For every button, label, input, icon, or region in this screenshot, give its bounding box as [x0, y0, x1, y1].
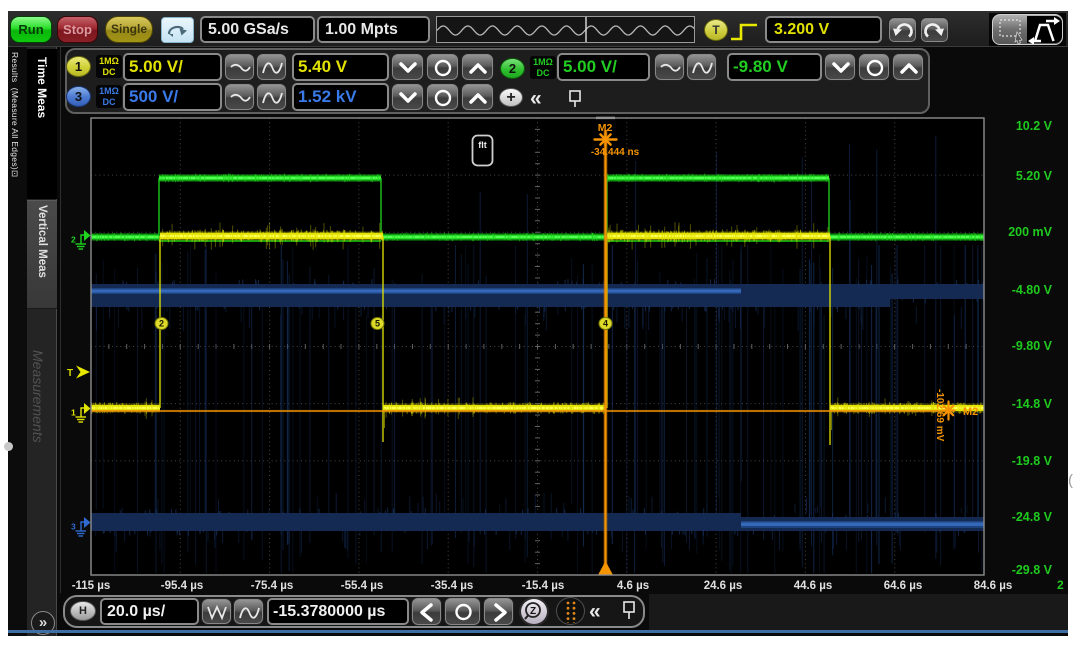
svg-text:5: 5	[375, 319, 380, 329]
svg-text:2: 2	[71, 235, 76, 245]
svg-text:2: 2	[159, 319, 164, 329]
svg-text:1: 1	[71, 408, 76, 418]
svg-text:-34.444 ns: -34.444 ns	[591, 147, 640, 158]
svg-text:Z: Z	[530, 606, 536, 617]
svg-text:flt: flt	[478, 140, 487, 150]
svg-text:M2: M2	[598, 122, 613, 134]
svg-text:-102.69 mV: -102.69 mV	[934, 389, 945, 442]
svg-text:T: T	[67, 368, 73, 379]
svg-text:4: 4	[603, 319, 608, 329]
svg-text:3: 3	[71, 522, 76, 532]
